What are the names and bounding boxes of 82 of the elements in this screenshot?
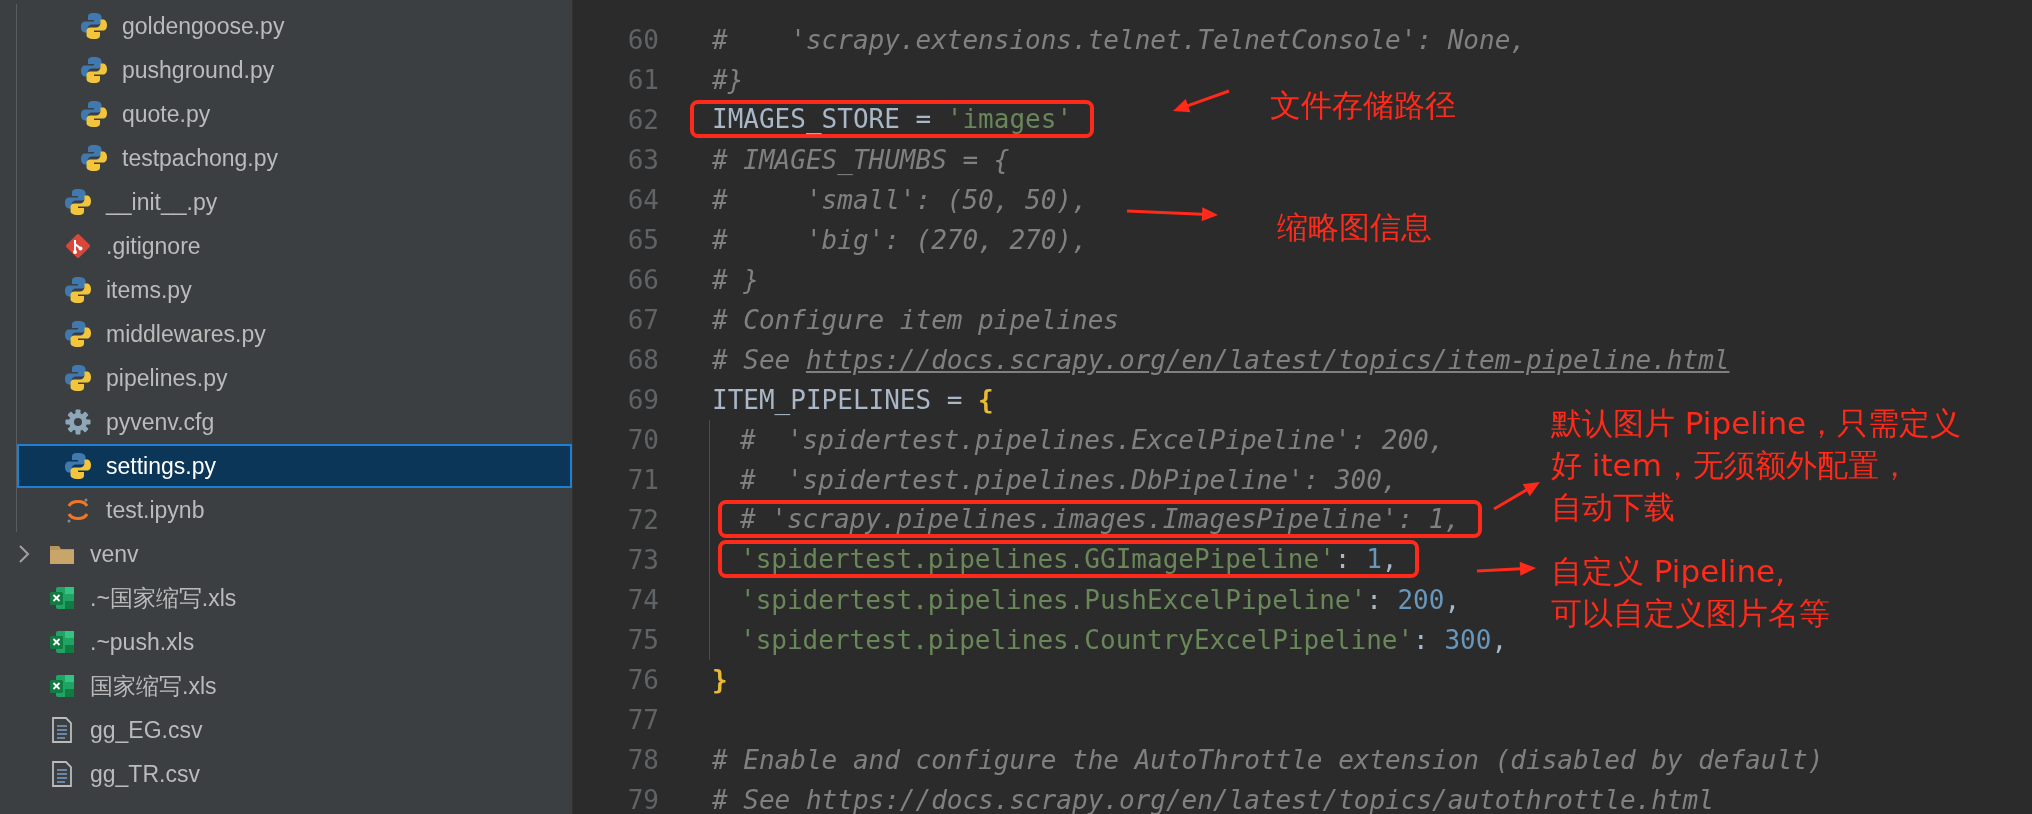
line-number: 75 [626,625,659,655]
annotation-arrow [1476,561,1536,576]
file-tree-item[interactable]: .gitignore [17,224,572,268]
line-number: 71 [626,465,659,495]
line-number: 60 [626,25,659,55]
python-icon [80,100,108,128]
python-icon [64,320,92,348]
annotation-arrow [1173,89,1230,113]
file-tree-item[interactable]: .~国家缩写.xls [0,576,572,620]
line-number: 62 [626,105,659,135]
annotation-note: 自定义 Pipeline, [1551,552,1786,591]
annotation-note: 自动下载 [1551,488,1675,527]
code-line: # } [712,265,759,295]
annotation-note: 好 item，无须额外配置， [1551,446,1910,485]
python-icon [64,452,92,480]
code-line: # 'spidertest.pipelines.ExcelPipeline': 200, [740,425,1445,455]
spreadsheet-icon [48,628,76,656]
line-number: 79 [626,785,659,814]
annotation-note: 可以自定义图片名等 [1551,594,1830,633]
code-line: 'spidertest.pipelines.PushExcelPipeline': 200, [740,585,1461,615]
line-number: 64 [626,185,659,215]
line-number: 76 [626,665,659,695]
code-line: # 'small': (50, 50), [712,185,1088,215]
line-number: 66 [626,265,659,295]
code-line: # 'scrapy.pipelines.images.ImagesPipeline': 1, [740,504,1461,534]
line-number: 72 [626,505,659,535]
code-line: #} [712,65,744,95]
file-tree-item[interactable]: gg_TR.csv [0,752,572,796]
python-icon [80,12,108,40]
python-icon [64,188,92,216]
line-number: 74 [626,585,659,615]
file-tree-item[interactable]: middlewares.py [17,312,572,356]
file-tree-item[interactable]: goldengoose.py [17,4,572,48]
file-tree-item[interactable]: gg_EG.csv [0,708,572,752]
file-tree-item[interactable]: 国家缩写.xls [0,664,572,708]
python-icon [80,56,108,84]
line-number: 69 [626,385,659,415]
code-line: # 'spidertest.pipelines.DbPipeline': 300, [740,465,1398,495]
code-line: # IMAGES_THUMBS = { [712,145,1010,175]
code-line: # See https://docs.scrapy.org/en/latest/topics/autothrottle.html [712,785,1714,814]
line-number: 70 [626,425,659,455]
annotation-arrow [1493,482,1540,511]
spreadsheet-icon [48,672,76,700]
python-icon [64,276,92,304]
line-number: 68 [626,345,659,375]
code-line: # 'scrapy.extensions.telnet.TelnetConsole': None, [712,25,1526,55]
chevron-right-icon[interactable] [18,544,30,564]
file-tree-item[interactable]: testpachong.py [17,136,572,180]
file-tree-item[interactable]: settings.py [17,444,572,488]
code-line: 'spidertest.pipelines.GGImagePipeline': 1, [740,544,1398,574]
python-icon [80,144,108,172]
line-number: 78 [626,745,659,775]
code-line: IMAGES_STORE = 'images' [712,104,1073,134]
file-tree-item[interactable]: pyvenv.cfg [17,400,572,444]
file-tree-item[interactable]: items.py [17,268,572,312]
code-line: # 'big': (270, 270), [712,225,1088,255]
code-line: 'spidertest.pipelines.CountryExcelPipeline': 300, [740,625,1508,655]
code-line: # Enable and configure the AutoThrottle extension (disabled by default) [712,745,1824,775]
line-number: 67 [626,305,659,335]
file-tree-item[interactable]: pipelines.py [17,356,572,400]
file-tree-item[interactable]: test.ipynb [17,488,572,532]
spreadsheet-icon [48,584,76,612]
code-line: } [712,665,728,695]
file-tree-item[interactable]: venv [0,532,572,576]
line-number: 65 [626,225,659,255]
line-number: 63 [626,145,659,175]
line-number: 73 [626,545,659,575]
code-line: # Configure item pipelines [712,305,1119,335]
file-tree-item[interactable]: quote.py [17,92,572,136]
file-tree-item[interactable]: __init__.py [17,180,572,224]
code-line: # See https://docs.scrapy.org/en/latest/topics/item-pipeline.html [712,345,1730,375]
gear-icon [64,408,92,436]
python-icon [64,364,92,392]
file-tree-item[interactable]: .~push.xls [0,620,572,664]
annotation-note: 文件存储路径 [1270,86,1456,125]
line-number: 77 [626,705,659,735]
file-tree-item[interactable]: pushground.py [17,48,572,92]
annotation-note: 默认图片 Pipeline，只需定义 [1551,404,1962,443]
code-line: ITEM_PIPELINES = { [712,385,994,415]
doc-link[interactable]: https://docs.scrapy.org/en/latest/topics/item-pipeline.html [805,345,1730,375]
line-number: 61 [626,65,659,95]
annotation-note: 缩略图信息 [1277,208,1432,247]
